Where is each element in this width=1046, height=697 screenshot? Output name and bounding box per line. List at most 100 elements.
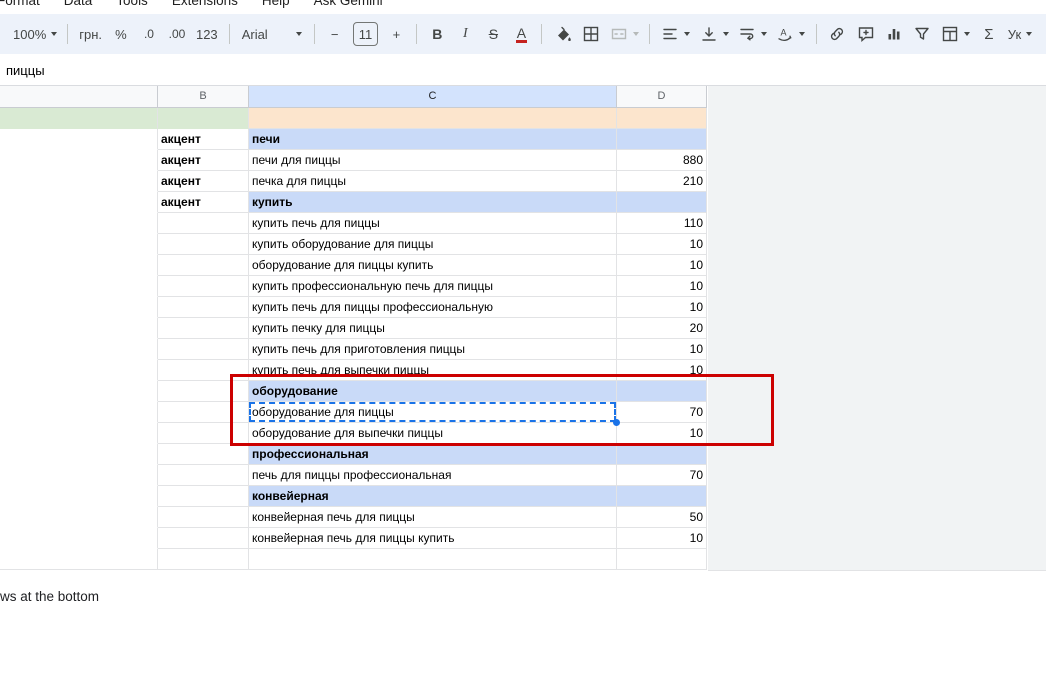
cell-c9[interactable]: купить профессиональную печь для пиццы xyxy=(249,276,617,297)
cell-c12[interactable]: купить печь для приготовления пиццы xyxy=(249,339,617,360)
cell-c8[interactable]: оборудование для пиццы купить xyxy=(249,255,617,276)
cell-b12[interactable] xyxy=(158,339,249,360)
menu-help[interactable]: Help xyxy=(262,0,290,11)
cell-d22[interactable] xyxy=(617,549,707,570)
cell-c3[interactable]: печи для пиццы xyxy=(249,150,617,171)
column-header-b[interactable]: B xyxy=(158,86,249,108)
create-filter-button[interactable] xyxy=(909,20,935,48)
table-button[interactable] xyxy=(937,20,973,48)
cell-d1[interactable] xyxy=(617,108,707,129)
font-size-input[interactable]: 11 xyxy=(352,22,379,46)
menu-tools[interactable]: Tools xyxy=(116,0,148,11)
cell-d19[interactable] xyxy=(617,486,707,507)
vertical-align-button[interactable] xyxy=(696,20,732,48)
percent-format-button[interactable]: % xyxy=(108,20,134,48)
column-header-a[interactable] xyxy=(0,86,158,108)
cell-d8[interactable]: 10 xyxy=(617,255,707,276)
cell-b10[interactable] xyxy=(158,297,249,318)
cell-c1[interactable] xyxy=(249,108,617,129)
cell-a22[interactable] xyxy=(0,549,158,570)
decrease-decimal-button[interactable]: .0 xyxy=(136,20,162,48)
cell-a14[interactable] xyxy=(0,381,158,402)
cell-b7[interactable] xyxy=(158,234,249,255)
cell-d14[interactable] xyxy=(617,381,707,402)
cell-b8[interactable] xyxy=(158,255,249,276)
merge-cells-button[interactable] xyxy=(606,20,642,48)
menu-extensions[interactable]: Extensions xyxy=(172,0,238,11)
cell-d21[interactable]: 10 xyxy=(617,528,707,549)
cell-d18[interactable]: 70 xyxy=(617,465,707,486)
cell-c2[interactable]: печи xyxy=(249,129,617,150)
increase-font-size-button[interactable]: + xyxy=(383,20,409,48)
cell-b13[interactable] xyxy=(158,360,249,381)
cell-b3[interactable]: акцент xyxy=(158,150,249,171)
cell-b1[interactable] xyxy=(158,108,249,129)
cell-c20[interactable]: конвейерная печь для пиццы xyxy=(249,507,617,528)
insert-comment-button[interactable] xyxy=(852,20,878,48)
custom-menu-button[interactable]: Ук xyxy=(1004,20,1036,48)
font-family-control[interactable]: Arial xyxy=(237,20,307,48)
cell-a19[interactable] xyxy=(0,486,158,507)
cell-b16[interactable] xyxy=(158,423,249,444)
cell-a12[interactable] xyxy=(0,339,158,360)
cell-b20[interactable] xyxy=(158,507,249,528)
cell-a1[interactable] xyxy=(0,108,158,129)
cell-a13[interactable] xyxy=(0,360,158,381)
italic-button[interactable]: I xyxy=(452,20,478,48)
cell-b14[interactable] xyxy=(158,381,249,402)
menu-ask-gemini[interactable]: Ask Gemini xyxy=(314,0,383,11)
text-wrap-button[interactable] xyxy=(734,20,770,48)
more-formats-button[interactable]: 123 xyxy=(192,20,222,48)
insert-chart-button[interactable] xyxy=(881,20,907,48)
cell-d3[interactable]: 880 xyxy=(617,150,707,171)
cell-a11[interactable] xyxy=(0,318,158,339)
cell-d6[interactable]: 110 xyxy=(617,213,707,234)
strikethrough-button[interactable]: S xyxy=(480,20,506,48)
cell-c4[interactable]: печка для пиццы xyxy=(249,171,617,192)
cell-d5[interactable] xyxy=(617,192,707,213)
cell-c5[interactable]: купить xyxy=(249,192,617,213)
cell-b5[interactable]: акцент xyxy=(158,192,249,213)
cell-c22[interactable] xyxy=(249,549,617,570)
cell-d12[interactable]: 10 xyxy=(617,339,707,360)
cell-c13[interactable]: купить печь для выпечки пиццы xyxy=(249,360,617,381)
horizontal-align-button[interactable] xyxy=(657,20,693,48)
cell-b2[interactable]: акцент xyxy=(158,129,249,150)
cell-c18[interactable]: печь для пиццы профессиональная xyxy=(249,465,617,486)
cell-d13[interactable]: 10 xyxy=(617,360,707,381)
cell-c7[interactable]: купить оборудование для пиццы xyxy=(249,234,617,255)
cell-d20[interactable]: 50 xyxy=(617,507,707,528)
cell-a16[interactable] xyxy=(0,423,158,444)
cell-a3[interactable] xyxy=(0,150,158,171)
cell-d9[interactable]: 10 xyxy=(617,276,707,297)
cell-d11[interactable]: 20 xyxy=(617,318,707,339)
column-header-c[interactable]: C xyxy=(249,86,617,108)
increase-decimal-button[interactable]: .00 xyxy=(164,20,190,48)
menu-data[interactable]: Data xyxy=(64,0,93,11)
cell-b15[interactable] xyxy=(158,402,249,423)
cell-a2[interactable] xyxy=(0,129,158,150)
cell-c16[interactable]: оборудование для выпечки пиццы xyxy=(249,423,617,444)
cell-b17[interactable] xyxy=(158,444,249,465)
cell-c21[interactable]: конвейерная печь для пиццы купить xyxy=(249,528,617,549)
insert-link-button[interactable] xyxy=(824,20,850,48)
cell-b11[interactable] xyxy=(158,318,249,339)
cell-a18[interactable] xyxy=(0,465,158,486)
cell-a7[interactable] xyxy=(0,234,158,255)
text-rotation-button[interactable]: A xyxy=(773,20,809,48)
functions-button[interactable]: Σ xyxy=(976,20,1002,48)
cell-b22[interactable] xyxy=(158,549,249,570)
cell-d4[interactable]: 210 xyxy=(617,171,707,192)
cell-a20[interactable] xyxy=(0,507,158,528)
cell-b6[interactable] xyxy=(158,213,249,234)
cell-a4[interactable] xyxy=(0,171,158,192)
cell-a15[interactable] xyxy=(0,402,158,423)
cell-a17[interactable] xyxy=(0,444,158,465)
column-header-d[interactable]: D xyxy=(617,86,707,108)
cell-a6[interactable] xyxy=(0,213,158,234)
cell-c15[interactable]: оборудование для пиццы xyxy=(249,402,620,426)
formula-bar[interactable]: пиццы xyxy=(0,56,1046,86)
cell-c17[interactable]: профессиональная xyxy=(249,444,617,465)
cell-a10[interactable] xyxy=(0,297,158,318)
cell-b18[interactable] xyxy=(158,465,249,486)
